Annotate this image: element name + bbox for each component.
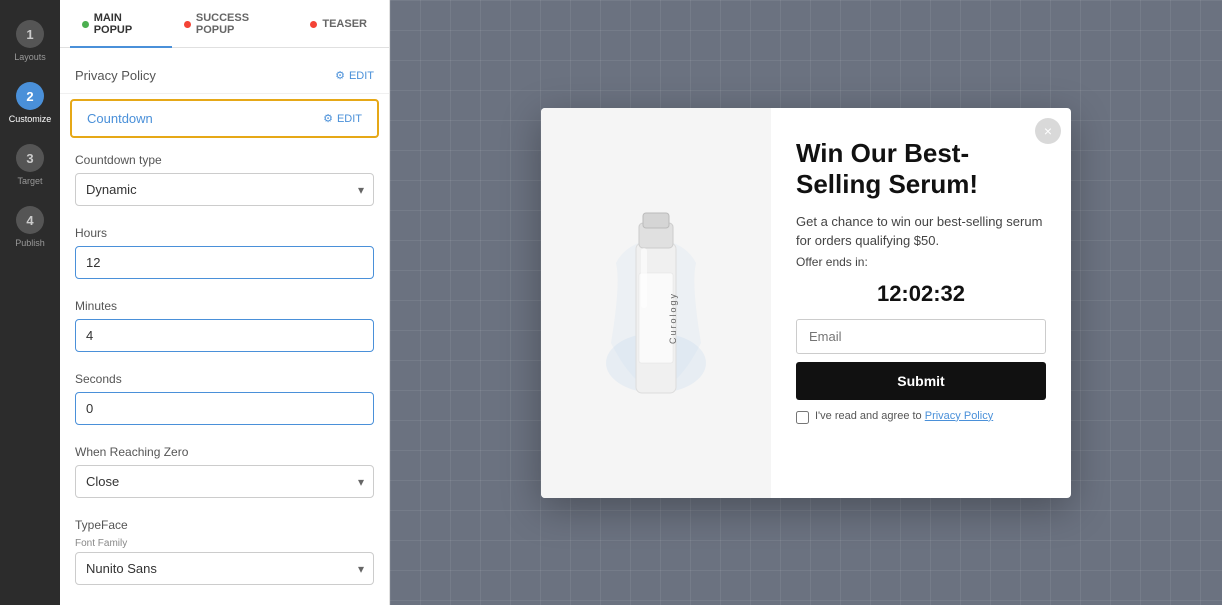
- seconds-group: Seconds: [60, 362, 389, 435]
- tab-dot-main: [82, 21, 89, 28]
- font-family-select-wrapper: Nunito Sans Arial Georgia ▾: [75, 552, 374, 585]
- typeface-group: TypeFace Font Family Nunito Sans Arial G…: [60, 508, 389, 595]
- sidebar-label-layouts: Layouts: [14, 52, 46, 62]
- sidebar-item-customize[interactable]: 2 Customize: [0, 72, 60, 134]
- privacy-text: I've read and agree to Privacy Policy: [815, 410, 993, 422]
- tab-dot-success: [184, 21, 191, 28]
- settings-panel: MAIN POPUP SUCCESS POPUP TEASER Privacy …: [60, 0, 390, 605]
- tab-label-teaser: TEASER: [322, 18, 367, 30]
- minutes-group: Minutes: [60, 289, 389, 362]
- sidebar-step-4: 4: [16, 206, 44, 234]
- popup-title: Win Our Best-Selling Serum!: [796, 138, 1046, 200]
- settings-icon: ⚙: [335, 69, 345, 82]
- section-row-countdown[interactable]: Countdown ⚙ EDIT: [70, 99, 379, 138]
- panel-tabs: MAIN POPUP SUCCESS POPUP TEASER: [60, 0, 389, 48]
- sidebar-step-3: 3: [16, 144, 44, 172]
- tab-label-success-popup: SUCCESS POPUP: [196, 12, 287, 36]
- popup-privacy-row: I've read and agree to Privacy Policy: [796, 410, 1046, 424]
- sidebar-item-target[interactable]: 3 Target: [0, 134, 60, 196]
- countdown-type-select[interactable]: Dynamic Static Evergreen: [75, 173, 374, 206]
- popup-description: Get a chance to win our best-selling ser…: [796, 212, 1046, 251]
- bottle-container: Curology: [541, 108, 771, 498]
- tab-label-main-popup: MAIN POPUP: [94, 12, 161, 36]
- hours-input[interactable]: [75, 246, 374, 279]
- preview-canvas: Curology × Win Our Best-Selling Serum! G…: [390, 0, 1222, 605]
- close-icon: ×: [1044, 123, 1052, 139]
- svg-text:Curology: Curology: [668, 291, 678, 343]
- sidebar-step-2: 2: [16, 82, 44, 110]
- sidebar-label-target: Target: [17, 176, 42, 186]
- section-row-privacy-policy[interactable]: Privacy Policy ⚙ EDIT: [60, 58, 389, 94]
- privacy-policy-link[interactable]: Privacy Policy: [925, 410, 993, 422]
- countdown-label: Countdown: [87, 111, 153, 126]
- sidebar-label-publish: Publish: [15, 238, 45, 248]
- privacy-policy-edit-label: EDIT: [349, 70, 374, 82]
- font-weight-group: Font Weight Bold 800 Regular 400 Light 3…: [60, 595, 389, 605]
- hours-group: Hours: [60, 216, 389, 289]
- seconds-input[interactable]: [75, 392, 374, 425]
- tab-dot-teaser: [310, 21, 317, 28]
- reaching-zero-label: When Reaching Zero: [75, 445, 374, 459]
- popup-content-side: × Win Our Best-Selling Serum! Get a chan…: [771, 108, 1071, 498]
- privacy-checkbox[interactable]: [796, 411, 809, 424]
- tab-success-popup[interactable]: SUCCESS POPUP: [172, 0, 298, 48]
- privacy-policy-edit-btn[interactable]: ⚙ EDIT: [335, 69, 374, 82]
- popup-offer-ends: Offer ends in:: [796, 255, 1046, 269]
- popup-image-side: Curology: [541, 108, 771, 498]
- reaching-zero-group: When Reaching Zero Close Hide Restart ▾: [60, 435, 389, 508]
- reaching-zero-select-wrapper: Close Hide Restart ▾: [75, 465, 374, 498]
- sidebar-label-customize: Customize: [9, 114, 52, 124]
- sidebar-step-1: 1: [16, 20, 44, 48]
- minutes-input[interactable]: [75, 319, 374, 352]
- countdown-edit-label: EDIT: [337, 113, 362, 125]
- seconds-label: Seconds: [75, 372, 374, 386]
- tab-main-popup[interactable]: MAIN POPUP: [70, 0, 172, 48]
- countdown-settings-icon: ⚙: [323, 112, 333, 125]
- countdown-type-select-wrapper: Dynamic Static Evergreen ▾: [75, 173, 374, 206]
- popup-countdown-display: 12:02:32: [796, 281, 1046, 307]
- font-family-select[interactable]: Nunito Sans Arial Georgia: [75, 552, 374, 585]
- sidebar-item-layouts[interactable]: 1 Layouts: [0, 10, 60, 72]
- popup-submit-button[interactable]: Submit: [796, 362, 1046, 400]
- reaching-zero-select[interactable]: Close Hide Restart: [75, 465, 374, 498]
- sidebar-item-publish[interactable]: 4 Publish: [0, 196, 60, 258]
- sidebar-nav: 1 Layouts 2 Customize 3 Target 4 Publish: [0, 0, 60, 605]
- font-family-sub-label: Font Family: [75, 538, 374, 549]
- privacy-prefix: I've read and agree to: [815, 410, 925, 422]
- serum-bottle-svg: Curology: [601, 163, 711, 443]
- privacy-policy-label: Privacy Policy: [75, 68, 156, 83]
- tab-teaser[interactable]: TEASER: [298, 0, 379, 48]
- countdown-edit-btn[interactable]: ⚙ EDIT: [323, 112, 362, 125]
- countdown-type-group: Countdown type Dynamic Static Evergreen …: [60, 143, 389, 216]
- popup-close-button[interactable]: ×: [1035, 118, 1061, 144]
- popup-email-input[interactable]: [796, 319, 1046, 354]
- hours-label: Hours: [75, 226, 374, 240]
- countdown-type-label: Countdown type: [75, 153, 374, 167]
- typeface-label: TypeFace: [75, 518, 374, 532]
- panel-content: Privacy Policy ⚙ EDIT Countdown ⚙ EDIT C…: [60, 48, 389, 605]
- popup-modal: Curology × Win Our Best-Selling Serum! G…: [541, 108, 1071, 498]
- minutes-label: Minutes: [75, 299, 374, 313]
